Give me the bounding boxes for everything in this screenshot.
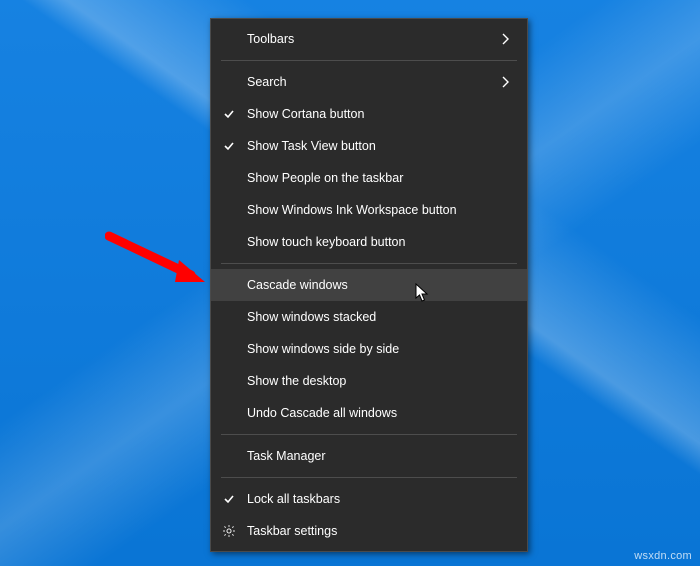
menu-item-show-task-view[interactable]: Show Task View button (211, 130, 527, 162)
menu-label: Task Manager (247, 449, 513, 463)
chevron-right-icon (497, 74, 513, 90)
menu-item-toolbars[interactable]: Toolbars (211, 23, 527, 55)
menu-item-task-manager[interactable]: Task Manager (211, 440, 527, 472)
menu-item-side-by-side[interactable]: Show windows side by side (211, 333, 527, 365)
menu-item-show-desktop[interactable]: Show the desktop (211, 365, 527, 397)
menu-item-lock-taskbars[interactable]: Lock all taskbars (211, 483, 527, 515)
menu-separator (221, 60, 517, 61)
check-icon (211, 140, 247, 152)
menu-label: Show People on the taskbar (247, 171, 513, 185)
menu-label: Search (247, 75, 497, 89)
menu-item-search[interactable]: Search (211, 66, 527, 98)
menu-item-cascade-windows[interactable]: Cascade windows (211, 269, 527, 301)
menu-separator (221, 263, 517, 264)
menu-label: Toolbars (247, 32, 497, 46)
menu-item-taskbar-settings[interactable]: Taskbar settings (211, 515, 527, 547)
menu-item-ink-workspace[interactable]: Show Windows Ink Workspace button (211, 194, 527, 226)
taskbar-context-menu: Toolbars Search Show Cortana button Show… (210, 18, 528, 552)
menu-item-show-people[interactable]: Show People on the taskbar (211, 162, 527, 194)
watermark-text: wsxdn.com (634, 550, 692, 562)
menu-label: Show Windows Ink Workspace button (247, 203, 513, 217)
menu-label: Lock all taskbars (247, 492, 513, 506)
menu-label: Show windows side by side (247, 342, 513, 356)
menu-label: Show Task View button (247, 139, 513, 153)
menu-label: Show windows stacked (247, 310, 513, 324)
menu-label: Show the desktop (247, 374, 513, 388)
menu-label: Cascade windows (247, 278, 513, 292)
menu-separator (221, 434, 517, 435)
menu-label: Show touch keyboard button (247, 235, 513, 249)
menu-item-undo-cascade[interactable]: Undo Cascade all windows (211, 397, 527, 429)
check-icon (211, 108, 247, 120)
menu-item-touch-keyboard[interactable]: Show touch keyboard button (211, 226, 527, 258)
menu-label: Taskbar settings (247, 524, 513, 538)
chevron-right-icon (497, 31, 513, 47)
menu-item-stacked[interactable]: Show windows stacked (211, 301, 527, 333)
gear-icon (211, 524, 247, 538)
check-icon (211, 493, 247, 505)
menu-label: Undo Cascade all windows (247, 406, 513, 420)
menu-item-show-cortana[interactable]: Show Cortana button (211, 98, 527, 130)
menu-separator (221, 477, 517, 478)
menu-label: Show Cortana button (247, 107, 513, 121)
